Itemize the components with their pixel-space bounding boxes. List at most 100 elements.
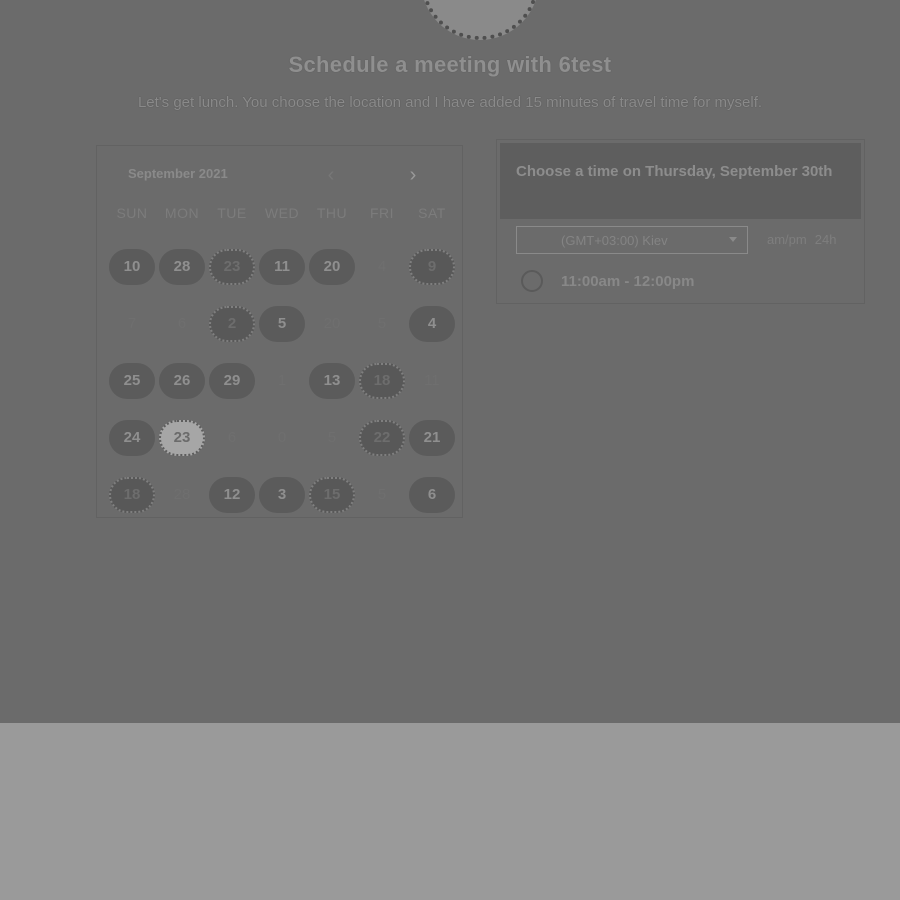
timezone-select[interactable]: (GMT+03:00) Kiev [516, 226, 748, 254]
day-number: 5 [377, 486, 387, 503]
weekday-label: FRI [369, 205, 395, 221]
calendar-day-cell[interactable]: 4 [407, 295, 457, 352]
month-label: September 2021 [128, 166, 228, 181]
day-number: 11 [424, 372, 440, 389]
calendar-day-cell[interactable]: 12 [207, 466, 257, 523]
calendar-day-cell[interactable]: 13 [307, 352, 357, 409]
calendar-day-cell: 11 [407, 352, 457, 409]
day-number: 22 [359, 419, 405, 456]
day-number: 6 [227, 429, 237, 446]
calendar-day-cell[interactable]: 11 [257, 238, 307, 295]
avatar-letter: d [468, 0, 492, 8]
weekday-header: SUN MON TUE WED THU FRI SAT [97, 205, 462, 221]
calendar-day-cell: 6 [157, 295, 207, 352]
weekday-label: THU [316, 205, 348, 221]
calendar-day-cell: 4 [357, 238, 407, 295]
weekday-label: TUE [217, 205, 247, 221]
calendar-day-cell: 20 [307, 295, 357, 352]
calendar-day-cell: 5 [357, 295, 407, 352]
calendar-day-cell[interactable]: 6 [407, 466, 457, 523]
day-number: 13 [309, 362, 355, 399]
calendar-day-cell[interactable]: 9 [407, 238, 457, 295]
calendar-day-cell: 1 [257, 352, 307, 409]
calendar-day-cell: 7 [107, 295, 157, 352]
day-number: 20 [323, 315, 341, 332]
page-subtitle: Let's get lunch. You choose the location… [137, 94, 763, 111]
calendar-day-cell[interactable]: 10 [107, 238, 157, 295]
weekday-label: MON [164, 205, 200, 221]
calendar-day-cell[interactable]: 25 [107, 352, 157, 409]
calendar-week-row: 7 6 2 5 20 5 4 [107, 295, 462, 352]
day-number: 28 [173, 486, 191, 503]
calendar-day-cell[interactable]: 18 [107, 466, 157, 523]
format-ampm-option[interactable]: am/pm [767, 232, 807, 247]
day-number: 5 [259, 305, 305, 342]
day-number: 15 [309, 476, 355, 513]
calendar-week-row: 24 23 6 0 5 22 21 [107, 409, 462, 466]
calendar-day-cell[interactable]: 3 [257, 466, 307, 523]
day-number: 9 [409, 248, 455, 285]
host-avatar: d [421, 0, 539, 40]
page-title: Schedule a meeting with 6test [288, 52, 612, 77]
radio-button-icon[interactable] [521, 270, 543, 292]
day-number: 4 [377, 258, 387, 275]
day-number: 2 [209, 305, 255, 342]
day-number: 24 [109, 419, 155, 456]
calendar-day-cell[interactable]: 5 [257, 295, 307, 352]
calendar-day-cell[interactable]: 18 [357, 352, 407, 409]
calendar-day-cell[interactable]: 22 [357, 409, 407, 466]
calendar-day-cell[interactable]: 26 [157, 352, 207, 409]
time-slot-label: 11:00am - 12:00pm [561, 272, 695, 290]
chevron-left-icon: ‹ [327, 164, 335, 186]
day-number: 28 [159, 248, 205, 285]
day-number: 23 [159, 419, 205, 456]
calendar-week-row: 18 28 12 3 15 5 6 [107, 466, 462, 523]
day-number: 1 [277, 372, 287, 389]
day-number: 29 [209, 362, 255, 399]
day-number: 11 [259, 248, 305, 285]
calendar-day-cell[interactable]: 28 [157, 238, 207, 295]
calendar-day-cell: 5 [357, 466, 407, 523]
time-slot-option[interactable]: 11:00am - 12:00pm [521, 269, 694, 293]
calendar-day-cell[interactable]: 24 [107, 409, 157, 466]
caret-down-icon [729, 237, 737, 242]
selected-day-cell[interactable]: 23 [157, 409, 207, 466]
calendar-day-cell[interactable]: 2 [207, 295, 257, 352]
calendar-day-cell[interactable]: 29 [207, 352, 257, 409]
prev-month-button[interactable]: ‹ [321, 164, 341, 186]
day-number: 4 [409, 305, 455, 342]
day-number: 7 [127, 315, 137, 332]
date-picker: September 2021 ‹ › SUN MON TUE WED THU F… [96, 145, 463, 518]
scheduler-page: d Schedule a meeting with 6test Let's ge… [0, 0, 900, 723]
day-grid: 10 28 23 11 20 4 9 7 6 2 5 20 5 4 25 26 29 1 13 18 11 24 23 6 0 5… [97, 238, 462, 523]
calendar-day-cell: 5 [307, 409, 357, 466]
calendar-week-row: 10 28 23 11 20 4 9 [107, 238, 462, 295]
timezone-row: (GMT+03:00) Kiev am/pm 24h [516, 226, 856, 254]
calendar-day-cell[interactable]: 23 [207, 238, 257, 295]
day-number: 23 [209, 248, 255, 285]
day-number: 21 [409, 419, 455, 456]
calendar-day-cell[interactable]: 15 [307, 466, 357, 523]
day-number: 5 [377, 315, 387, 332]
time-format-toggle: am/pm 24h [767, 232, 836, 247]
weekday-label: WED [264, 205, 300, 221]
weekday-label: SUN [116, 205, 148, 221]
format-24h-option[interactable]: 24h [815, 232, 837, 247]
calendar-day-cell: 6 [207, 409, 257, 466]
day-number: 6 [409, 476, 455, 513]
next-month-button[interactable]: › [403, 165, 423, 186]
weekday-label: SAT [418, 205, 446, 221]
day-number: 3 [259, 476, 305, 513]
calendar-day-cell: 28 [157, 466, 207, 523]
day-number: 18 [359, 362, 405, 399]
day-number: 18 [109, 476, 155, 513]
day-number: 10 [109, 248, 155, 285]
calendar-day-cell[interactable]: 21 [407, 409, 457, 466]
time-picker-panel: Choose a time on Thursday, September 30t… [496, 139, 865, 304]
calendar-week-row: 25 26 29 1 13 18 11 [107, 352, 462, 409]
day-number: 5 [327, 429, 337, 446]
calendar-day-cell[interactable]: 20 [307, 238, 357, 295]
calendar-header: September 2021 ‹ › [97, 146, 462, 202]
selected-date-heading: Choose a time on Thursday, September 30t… [500, 143, 861, 219]
calendar-day-cell: 0 [257, 409, 307, 466]
